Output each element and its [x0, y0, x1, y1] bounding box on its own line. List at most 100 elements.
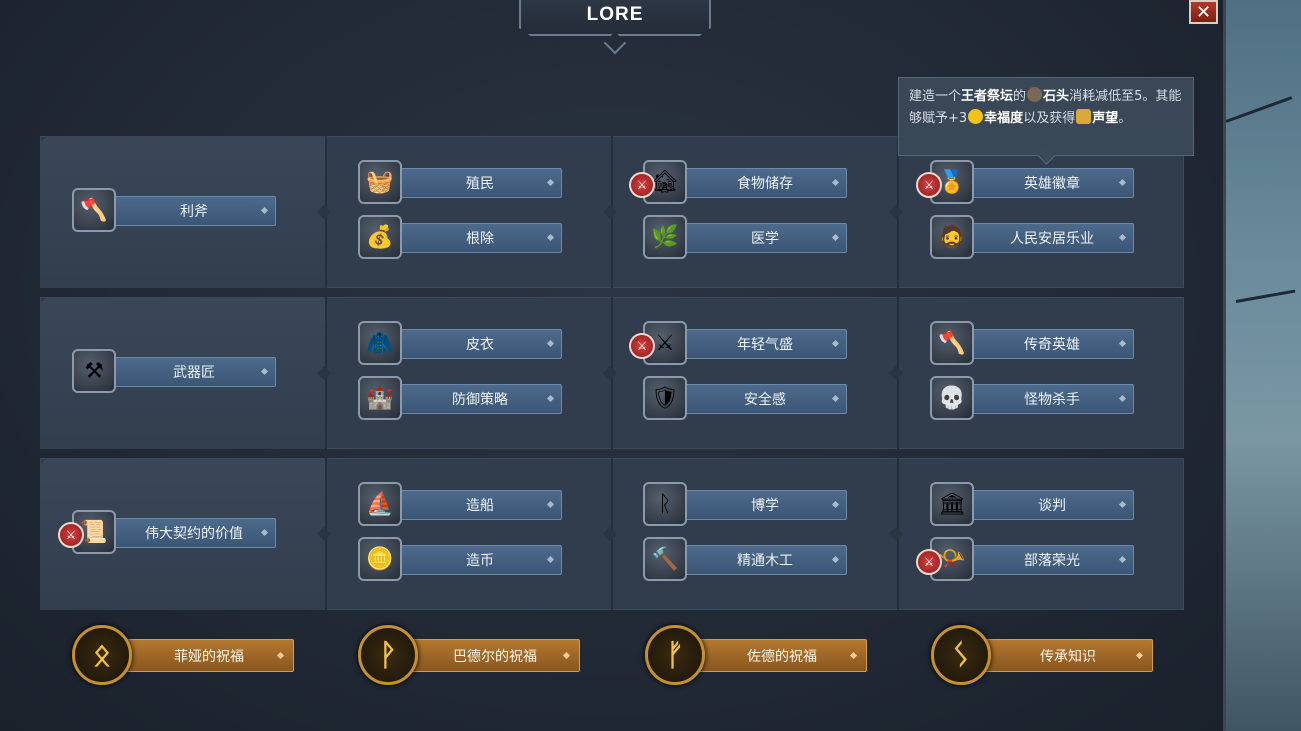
tech-node[interactable]: 🪓 传奇英雄	[930, 321, 1140, 365]
window-title-tab: LORE	[519, 0, 711, 36]
background-scenery	[1225, 0, 1301, 731]
blessing-label: 巴德尔的祝福	[410, 639, 580, 672]
raid-badge-icon: ⚔	[916, 549, 942, 575]
blessing-label: 菲娅的祝福	[124, 639, 294, 672]
tech-node[interactable]: ⚔ 年轻气盛 ⚔	[629, 321, 853, 365]
tech-node[interactable]: ⛵ 造船	[358, 482, 568, 526]
tech-node[interactable]: 🧔 人民安居乐业	[930, 215, 1140, 259]
tech-label: 博学	[683, 490, 847, 520]
coin-icon: 🪙	[358, 537, 402, 581]
window-title: LORE	[586, 4, 644, 25]
tech-node[interactable]: 🛡 安全感	[643, 376, 853, 420]
tech-label: 食物储存	[683, 168, 847, 198]
tech-node[interactable]: 🏰 防御策略	[358, 376, 568, 420]
tech-label: 武器匠	[112, 357, 276, 387]
tech-label: 皮衣	[398, 329, 562, 359]
tech-node[interactable]: 🔨 精通木工	[643, 537, 853, 581]
tech-label: 传奇英雄	[970, 329, 1134, 359]
blessing-item[interactable]: ᛟ 菲娅的祝福	[72, 625, 302, 687]
tech-node[interactable]: ᚱ 博学	[643, 482, 853, 526]
happiness-icon	[968, 109, 984, 124]
tooltip-text: 以及获得	[1023, 111, 1076, 126]
axe-icon: 🪓	[72, 188, 116, 232]
tech-label: 怪物杀手	[970, 384, 1134, 414]
close-button[interactable]: ✕	[1189, 0, 1218, 24]
runestone-icon: ᚱ	[643, 482, 687, 526]
tech-node[interactable]: 🏅 英雄徽章 ⚔	[916, 160, 1140, 204]
hammer-icon: 🔨	[643, 537, 687, 581]
raid-badge-icon: ⚔	[916, 172, 942, 198]
tooltip-keyword: 声望	[1092, 111, 1119, 126]
lore-column	[325, 297, 611, 449]
lore-column	[325, 136, 611, 288]
tooltip: 建造一个王者祭坛的 石头消耗减低至5。其能够赋予+3 幸福度以及获得 声望。	[898, 77, 1194, 165]
raid-badge-icon: ⚔	[629, 333, 655, 359]
tech-node[interactable]: 🏛 谈判	[930, 482, 1140, 526]
leather-icon: 🧥	[358, 321, 402, 365]
blessing-label: 传承知识	[983, 639, 1153, 672]
sack-icon: 💰	[358, 215, 402, 259]
tech-node[interactable]: 💰 根除	[358, 215, 568, 259]
lore-column	[611, 297, 897, 449]
blessing-item[interactable]: ᚠ 佐德的祝福	[645, 625, 875, 687]
tech-node[interactable]: ⚒ 武器匠	[72, 349, 282, 393]
tech-label: 安全感	[683, 384, 847, 414]
raid-badge-icon: ⚔	[58, 522, 84, 548]
tech-node[interactable]: 📯 部落荣光 ⚔	[916, 537, 1140, 581]
tooltip-keyword: 幸福度	[984, 111, 1024, 126]
shield-icon: 🛡	[643, 376, 687, 420]
tech-node[interactable]: 📜 伟大契约的价值 ⚔	[58, 510, 282, 554]
tech-label: 造船	[398, 490, 562, 520]
tech-label: 精通木工	[683, 545, 847, 575]
lore-column	[897, 458, 1184, 610]
tech-node[interactable]: 🌿 医学	[643, 215, 853, 259]
villager-icon: 🧔	[930, 215, 974, 259]
rune-othala-icon: ᛟ	[72, 625, 132, 685]
lore-column	[325, 458, 611, 610]
raid-badge-icon: ⚔	[629, 172, 655, 198]
anvil-icon: ⚒	[72, 349, 116, 393]
tech-label: 谈判	[970, 490, 1134, 520]
tech-node[interactable]: 💀 怪物杀手	[930, 376, 1140, 420]
lore-column	[897, 297, 1184, 449]
tech-label: 年轻气盛	[683, 329, 847, 359]
renown-icon	[1076, 109, 1092, 124]
lore-column	[611, 458, 897, 610]
lore-row: 🪓 利斧 🧺 殖民 💰 根除 🏚 食物储存 ⚔ 🌿 医学 🏅 英雄徽章 ⚔ 🧔 人民安居乐业	[40, 136, 1184, 288]
tech-label: 利斧	[112, 196, 276, 226]
ship-icon: ⛵	[358, 482, 402, 526]
tech-label: 部落荣光	[970, 545, 1134, 575]
tech-node[interactable]: 🪙 造币	[358, 537, 568, 581]
rune-sowilo-icon: ᛊ	[931, 625, 991, 685]
hall-icon: 🏛	[930, 482, 974, 526]
blessing-label: 佐德的祝福	[697, 639, 867, 672]
herb-icon: 🌿	[643, 215, 687, 259]
basket-icon: 🧺	[358, 160, 402, 204]
tech-label: 英雄徽章	[970, 168, 1134, 198]
skull-icon: 💀	[930, 376, 974, 420]
tech-label: 医学	[683, 223, 847, 253]
blessing-item[interactable]: ᛊ 传承知识	[931, 625, 1161, 687]
battle-axe-icon: 🪓	[930, 321, 974, 365]
tech-node[interactable]: 🏚 食物储存 ⚔	[629, 160, 853, 204]
tooltip-keyword: 石头	[1043, 89, 1070, 104]
tech-node[interactable]: 🧥 皮衣	[358, 321, 568, 365]
rune-fehu-icon: ᚠ	[645, 625, 705, 685]
stone-icon	[1027, 87, 1043, 102]
tooltip-text: 。	[1118, 111, 1132, 126]
blessing-item[interactable]: ᚹ 巴德尔的祝福	[358, 625, 588, 687]
lore-row: ⚒ 武器匠 🧥 皮衣 🏰 防御策略 ⚔ 年轻气盛 ⚔ 🛡 安全感 🪓 传奇英雄 💀 怪物杀手	[40, 297, 1184, 449]
tech-node[interactable]: 🪓 利斧	[72, 188, 282, 232]
tech-node[interactable]: 🧺 殖民	[358, 160, 568, 204]
tech-label: 殖民	[398, 168, 562, 198]
lore-row: 📜 伟大契约的价值 ⚔ ⛵ 造船 🪙 造币 ᚱ 博学 🔨 精通木工 🏛 谈判 📯 部落荣光 ⚔	[40, 458, 1184, 610]
tech-label: 防御策略	[398, 384, 562, 414]
tech-label: 根除	[398, 223, 562, 253]
lore-column	[611, 136, 897, 288]
tooltip-text: 的	[1013, 89, 1027, 104]
tech-label: 人民安居乐业	[970, 223, 1134, 253]
tooltip-keyword: 王者祭坛	[961, 89, 1014, 104]
tech-label: 伟大契约的价值	[112, 518, 276, 548]
tooltip-text: 建造一个	[909, 89, 962, 104]
rune-wunjo-icon: ᚹ	[358, 625, 418, 685]
